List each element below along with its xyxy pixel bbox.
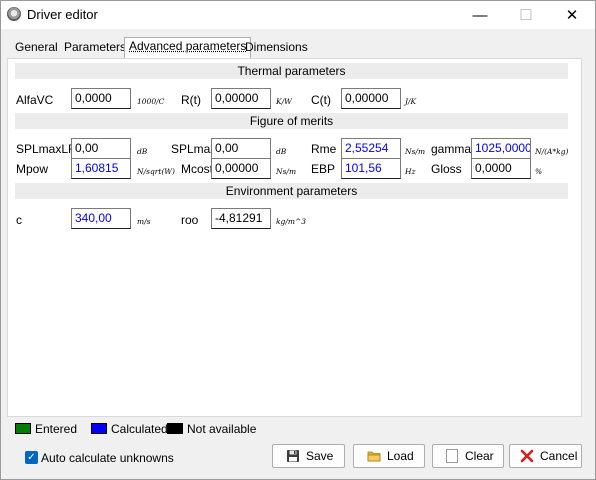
figure-of-merits-header: Figure of merits — [15, 113, 568, 129]
rt-unit: K/W — [276, 97, 292, 106]
ebp-label: EBP — [311, 162, 336, 176]
mpow-unit: N/sqrt(W) — [137, 167, 175, 176]
tab-parameters-label: Parameters — [64, 40, 127, 54]
rt-input[interactable]: 0,00000 — [211, 88, 271, 109]
window-title: Driver editor — [27, 7, 98, 22]
splmaxlf-input[interactable]: 0,00 — [71, 138, 131, 159]
rme-unit: Ns/m — [405, 147, 426, 156]
gamma-input[interactable]: 1025,00000 — [471, 138, 531, 159]
splmaxlf-unit: dB — [137, 147, 148, 156]
save-button-label: Save — [306, 449, 334, 463]
clear-button[interactable]: Clear — [432, 444, 504, 468]
roo-label: roo — [181, 213, 199, 227]
tab-dimensions[interactable]: Dimensions — [241, 39, 312, 57]
c-label: c — [16, 213, 22, 227]
minimize-icon: — — [472, 6, 488, 24]
maximize-icon: ☐ — [519, 7, 533, 24]
advanced-parameters-panel — [7, 58, 582, 417]
not-available-color-swatch — [167, 423, 183, 434]
entered-legend-label: Entered — [35, 422, 78, 436]
alfavc-unit: 1000/C — [137, 97, 165, 106]
rme-label: Rme — [311, 142, 337, 156]
thermal-parameters-header: Thermal parameters — [15, 63, 568, 79]
tab-advanced-parameters[interactable]: Advanced parameters — [124, 37, 252, 59]
checkmark-icon: ✓ — [27, 452, 36, 463]
cancel-button-label: Cancel — [540, 449, 578, 463]
roo-unit: kg/m^3 — [276, 217, 307, 226]
alfavc-input[interactable]: 0,0000 — [71, 88, 131, 109]
floppy-disk-icon — [287, 450, 299, 462]
c-unit: m/s — [137, 217, 151, 226]
splmax-input[interactable]: 0,00 — [211, 138, 271, 159]
load-button-label: Load — [387, 449, 414, 463]
tab-advanced-parameters-label: Advanced parameters — [129, 39, 247, 53]
save-button[interactable]: Save — [272, 444, 345, 468]
maximize-button[interactable]: ☐ — [503, 1, 549, 29]
rt-label: R(t) — [181, 93, 201, 107]
auto-calculate-label[interactable]: Auto calculate unknowns — [41, 451, 174, 465]
load-button[interactable]: Load — [353, 444, 425, 468]
rme-input[interactable]: 2,55254 — [341, 138, 401, 159]
ct-input[interactable]: 0,00000 — [341, 88, 401, 109]
close-icon: ✕ — [565, 7, 579, 24]
mcost-input[interactable]: 0,00000 — [211, 158, 271, 179]
cancel-button[interactable]: Cancel — [509, 444, 582, 468]
c-input[interactable]: 340,00 — [71, 208, 131, 229]
calculated-legend-label: Calculated — [111, 422, 168, 436]
close-button[interactable]: ✕ — [549, 1, 595, 29]
mcost-label: Mcost — [181, 162, 214, 176]
alfavc-label: AlfaVC — [16, 93, 54, 107]
splmax-unit: dB — [276, 147, 287, 156]
folder-icon — [367, 451, 381, 462]
tab-parameters[interactable]: Parameters — [60, 39, 130, 57]
clear-button-label: Clear — [465, 449, 494, 463]
gamma-unit: N/(A*kg) — [535, 147, 569, 156]
tab-general-label: General — [15, 40, 58, 54]
ct-label: C(t) — [311, 93, 331, 107]
auto-calculate-checkbox[interactable]: ✓ — [25, 451, 38, 464]
gloss-input[interactable]: 0,0000 — [471, 158, 531, 179]
mpow-input[interactable]: 1,60815 — [71, 158, 131, 179]
title-bar: Driver editor — ☐ ✕ — [1, 1, 595, 29]
roo-input[interactable]: -4,81291 — [211, 208, 271, 229]
tab-dimensions-label: Dimensions — [245, 40, 308, 54]
calculated-color-swatch — [91, 423, 107, 434]
gloss-unit: % — [535, 167, 543, 176]
ebp-unit: Hz — [405, 167, 416, 176]
red-x-icon — [520, 449, 534, 463]
mpow-label: Mpow — [16, 162, 49, 176]
gloss-label: Gloss — [431, 162, 462, 176]
mcost-unit: Ns/m — [276, 167, 297, 176]
minimize-button[interactable]: — — [457, 1, 503, 29]
splmaxlf-label: SPLmaxLF — [16, 142, 76, 156]
environment-parameters-header: Environment parameters — [15, 183, 568, 199]
splmax-label: SPLmax — [171, 142, 217, 156]
ebp-input[interactable]: 101,56 — [341, 158, 401, 179]
speaker-app-icon — [7, 7, 21, 21]
entered-color-swatch — [15, 423, 31, 434]
driver-editor-window: Driver editor — ☐ ✕ General Parameters A… — [0, 0, 596, 480]
not-available-legend-label: Not available — [187, 422, 257, 436]
tab-general[interactable]: General — [11, 39, 62, 57]
ct-unit: J/K — [405, 97, 417, 106]
gamma-label: gamma — [431, 142, 472, 156]
blank-page-icon — [446, 449, 458, 463]
